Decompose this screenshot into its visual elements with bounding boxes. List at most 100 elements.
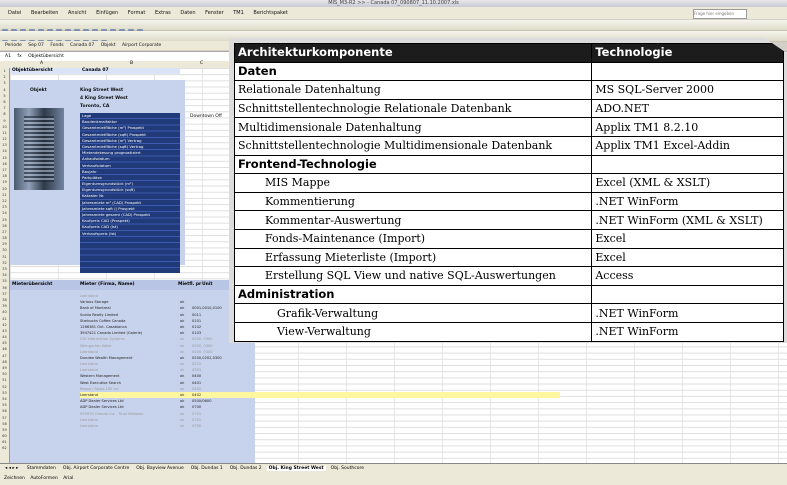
table-header-row: Architekturkomponente Technologie: [233, 43, 784, 63]
menu-bar: Datei Bearbeiten Ansicht Einfügen Format…: [0, 7, 787, 19]
sheet-tab-bar: ◂ ◂ ▸ ▸ Stammdaten Obj. Airport Corporate…: [0, 463, 787, 473]
param-fonds-label: Fonds: [50, 43, 64, 48]
column-header-b[interactable]: B: [130, 61, 133, 66]
column-header-c[interactable]: C: [200, 61, 203, 66]
sheet-tab[interactable]: Obj. King Street West: [266, 466, 326, 471]
draw-menu[interactable]: Zeichnen: [4, 476, 25, 481]
section-title: Daten: [233, 61, 593, 82]
menu-fenster[interactable]: Fenster: [205, 10, 224, 16]
address-line-3: Toronto, CA: [80, 104, 110, 109]
param-periode-value[interactable]: Sep 07: [28, 43, 44, 48]
technology-cell: Excel: [591, 247, 784, 268]
tenant-unit: 0700: [192, 423, 202, 428]
header-technology: Technologie: [591, 43, 784, 63]
formula-input[interactable]: Objektübersicht: [28, 54, 64, 59]
param-objekt-label: Objekt: [100, 43, 116, 48]
component-cell: Schnittstellentechnologie Relationale Da…: [233, 98, 593, 119]
menu-ansicht[interactable]: Ansicht: [68, 10, 86, 16]
object-overview-value: Canada 07: [82, 68, 109, 73]
table-row: Schnittstellentechnologie Relationale Da…: [233, 98, 784, 119]
window-title: MIS_M3-R2 >> - Canada 07_090807_11.10.20…: [0, 0, 787, 7]
technology-cell: [591, 61, 784, 82]
address-line-2: 4 King Street West: [80, 96, 128, 101]
column-header-a[interactable]: A: [40, 61, 43, 66]
sheet-tab[interactable]: Stammdaten: [25, 466, 58, 471]
object-overview-label: Objektübersicht: [12, 68, 53, 73]
font-selector[interactable]: Arial: [63, 476, 73, 481]
fx-icon: fx: [17, 54, 22, 59]
tab-nav-icons[interactable]: ◂ ◂ ▸ ▸: [3, 466, 20, 471]
technology-cell: .NET WinForm: [591, 321, 784, 342]
table-row: Kommentar-Auswertung .NET WinForm (XML & …: [233, 210, 784, 230]
menu-berichtspaket[interactable]: Berichtspaket: [253, 10, 287, 16]
table-row: View-Verwaltung .NET WinForm: [233, 321, 784, 342]
component-cell: Kommentar-Auswertung: [233, 210, 593, 230]
component-cell: Relationale Datenhaltung: [233, 80, 593, 100]
technology-cell: .NET WinForm: [591, 191, 784, 212]
menu-bearbeiten[interactable]: Bearbeiten: [31, 10, 58, 16]
autoshapes-menu[interactable]: AutoFormen: [30, 476, 57, 481]
tenant-flag: ok: [180, 423, 185, 428]
component-cell: View-Verwaltung: [233, 321, 593, 342]
sheet-tab[interactable]: Obj. Dundas 2: [228, 466, 264, 471]
technology-cell: .NET WinForm (XML & XSLT): [591, 210, 784, 230]
component-cell: Multidimensionale Datenhaltung: [233, 117, 593, 137]
component-cell: MIS Mappe: [233, 173, 593, 193]
row-headers: 1 2 3 4 5 6 7 8 9 10 11 12 13 14 15 16 17 18 19 20 21 22 23 24 2…: [0, 68, 10, 463]
architecture-table: Architekturkomponente Technologie Daten R…: [233, 43, 784, 342]
menu-daten[interactable]: Daten: [180, 10, 195, 16]
menu-tm1[interactable]: TM1: [233, 10, 244, 16]
component-cell: Fonds-Maintenance (Import): [233, 228, 593, 249]
menu-extras[interactable]: Extras: [155, 10, 171, 16]
header-component: Architekturkomponente: [233, 43, 593, 63]
technology-cell: ADO.NET: [591, 98, 784, 119]
component-cell: Erstellung SQL View und native SQL-Auswe…: [233, 266, 593, 286]
object-fields: Lage Baudenkmalfaktor Gesamtmietfläche (…: [80, 113, 180, 273]
tenant-row[interactable]: Leerstand ok 0700: [80, 423, 560, 429]
table-section-row: Frontend-Technologie: [233, 154, 784, 175]
menu-format[interactable]: Format: [128, 10, 146, 16]
table-row: MIS Mappe Excel (XML & XSLT): [233, 173, 784, 193]
lage-value: Downtown Off: [190, 114, 222, 119]
building-photo: [14, 108, 64, 190]
sheet-tab[interactable]: Obj. Bayview Avenue: [134, 466, 186, 471]
object-overview-row: Objektübersicht Canada 07: [10, 68, 180, 74]
table-section-row: Administration: [233, 284, 784, 305]
technology-cell: .NET WinForm: [591, 303, 784, 323]
tenant-unit-header: Unit: [202, 282, 213, 287]
component-cell: Kommentierung: [233, 191, 593, 212]
menu-datei[interactable]: Datei: [8, 10, 21, 16]
sheet-tab[interactable]: Obj. Dundas 1: [189, 466, 225, 471]
menu-einfuegen[interactable]: Einfügen: [96, 10, 118, 16]
tenant-area-header: Mietfl. pr: [178, 282, 202, 287]
tenant-header: Mieterübersicht Mieter (Firma, Name) Mie…: [10, 280, 255, 290]
param-objekt-value[interactable]: Airport Corporate: [122, 43, 161, 48]
table-row: Kommentierung .NET WinForm: [233, 191, 784, 212]
param-fonds-value[interactable]: Canada 07: [70, 43, 94, 48]
table-row: Grafik-Verwaltung .NET WinForm: [233, 303, 784, 323]
technology-cell: [591, 154, 784, 175]
sheet-tab[interactable]: Obj. Southcore: [329, 466, 366, 471]
standard-toolbar: [0, 20, 787, 35]
tenant-section-label: Mieterübersicht: [12, 282, 53, 287]
technology-cell: Access: [591, 266, 784, 286]
table-row: Schnittstellentechnologie Multidimension…: [233, 135, 784, 156]
name-box[interactable]: A1: [5, 54, 11, 59]
table-section-row: Daten: [233, 61, 784, 82]
ask-question-input[interactable]: Frage hier eingeben: [693, 9, 747, 19]
table-row: Multidimensionale Datenhaltung Applix TM1…: [233, 117, 784, 137]
technology-cell: Applix TM1 8.2.10: [591, 117, 784, 137]
technology-cell: [591, 284, 784, 305]
technology-cell: Excel (XML & XSLT): [591, 173, 784, 193]
address-line-1: King Street West: [80, 88, 124, 93]
param-periode-label: Periode: [5, 43, 22, 48]
table-row: Erfassung Mieterliste (Import) Excel: [233, 247, 784, 268]
row-number[interactable]: 62: [0, 445, 9, 451]
table-row: Fonds-Maintenance (Import) Excel: [233, 228, 784, 249]
sheet-tab[interactable]: Obj. Airport Corporate Centre: [61, 466, 131, 471]
section-title: Frontend-Technologie: [233, 154, 593, 175]
component-cell: Erfassung Mieterliste (Import): [233, 247, 593, 268]
parameter-bar: Periode Sep 07 Fonds Canada 07 Objekt Ai…: [0, 41, 235, 50]
field-label: Verkaufspreis (Ist): [82, 230, 117, 236]
component-cell: Grafik-Verwaltung: [233, 303, 593, 323]
